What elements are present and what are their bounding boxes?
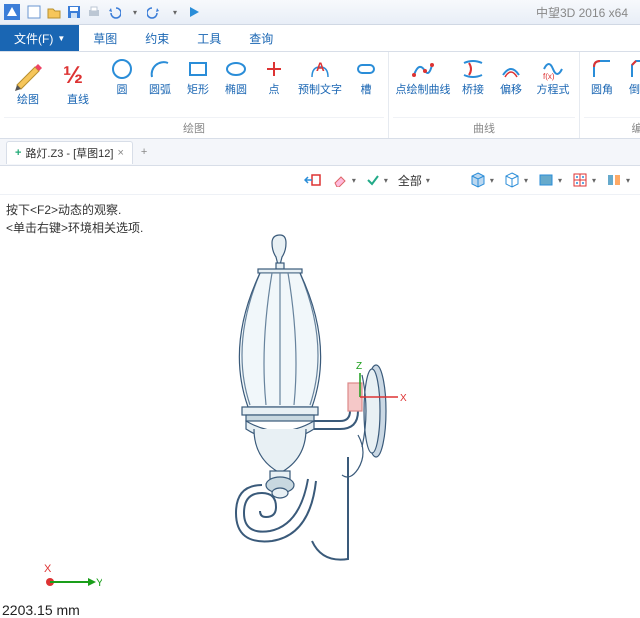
slot-button[interactable]: 槽 xyxy=(348,54,384,108)
redo-dropdown[interactable] xyxy=(166,4,182,20)
line-icon: ½ xyxy=(60,56,96,92)
exit-sketch-icon[interactable] xyxy=(304,173,322,187)
play-icon[interactable] xyxy=(186,4,202,20)
menu-sketch[interactable]: 草图 xyxy=(79,25,131,51)
close-icon[interactable]: × xyxy=(117,147,123,159)
fillet-button[interactable]: 圆角 xyxy=(584,54,620,98)
view-axis: Y X xyxy=(42,562,102,592)
svg-text:X: X xyxy=(44,563,52,575)
undo-icon[interactable] xyxy=(106,4,122,20)
menu-query[interactable]: 查询 xyxy=(235,25,287,51)
ribbon-group-curve: 点绘制曲线 桥接 偏移 f(x) 方程式 曲线 xyxy=(389,52,580,138)
menu-constraint[interactable]: 约束 xyxy=(131,25,183,51)
redo-icon[interactable] xyxy=(146,4,162,20)
bridge-icon xyxy=(460,56,486,82)
grid-icon[interactable] xyxy=(572,172,596,188)
line-button[interactable]: ½ 直线 xyxy=(54,54,102,108)
svg-text:Y: Y xyxy=(96,577,102,589)
app-title: 中望3D 2016 x64 xyxy=(536,4,636,21)
pretext-button[interactable]: A 预制文字 xyxy=(294,54,346,108)
ellipse-icon xyxy=(223,56,249,82)
undo-dropdown[interactable] xyxy=(126,4,142,20)
ribbon-group-draw: 绘图 ½ 直线 圆 圆弧 矩形 椭圆 xyxy=(0,52,389,138)
new-tab-button[interactable]: + xyxy=(135,143,153,161)
print-icon[interactable] xyxy=(86,4,102,20)
chamfer-button[interactable]: 倒角 xyxy=(622,54,640,98)
eraser-icon[interactable] xyxy=(332,173,356,187)
display-mode-icon[interactable] xyxy=(504,172,528,188)
svg-text:A: A xyxy=(316,60,325,74)
cube-view-icon[interactable] xyxy=(470,172,494,188)
file-tab-label: 路灯.Z3 - [草图12] xyxy=(25,145,113,161)
equation-button[interactable]: f(x) 方程式 xyxy=(531,54,575,98)
file-tab-strip: + 路灯.Z3 - [草图12] × + xyxy=(0,139,640,166)
menu-file[interactable]: 文件(F)▼ xyxy=(0,25,79,51)
arc-icon xyxy=(147,56,173,82)
plus-icon: + xyxy=(15,147,21,159)
svg-text:Z: Z xyxy=(356,361,362,372)
quick-access-toolbar xyxy=(26,4,202,20)
text-icon: A xyxy=(307,56,333,82)
circle-button[interactable]: 圆 xyxy=(104,54,140,108)
ellipse-button[interactable]: 椭圆 xyxy=(218,54,254,108)
point-button[interactable]: 点 xyxy=(256,54,292,108)
point-icon xyxy=(261,56,287,82)
circle-icon xyxy=(109,56,135,82)
lamp-drawing: Z X xyxy=(0,195,640,618)
app-logo xyxy=(4,4,20,20)
ribbon: 绘图 ½ 直线 圆 圆弧 矩形 椭圆 xyxy=(0,52,640,139)
fillet-icon xyxy=(589,56,615,82)
file-tab[interactable]: + 路灯.Z3 - [草图12] × xyxy=(6,141,133,164)
config-icon[interactable] xyxy=(606,173,630,187)
bridge-button[interactable]: 桥接 xyxy=(455,54,491,98)
open-icon[interactable] xyxy=(46,4,62,20)
check-icon[interactable] xyxy=(366,173,388,187)
spline-icon xyxy=(410,56,436,82)
svg-text:f(x): f(x) xyxy=(543,72,555,81)
svg-text:X: X xyxy=(400,393,407,404)
arc-button[interactable]: 圆弧 xyxy=(142,54,178,108)
ribbon-group-edit: 圆角 倒角 画线修剪 编辑曲 xyxy=(580,52,640,138)
group-label-edit: 编辑曲 xyxy=(584,117,640,138)
new-icon[interactable] xyxy=(26,4,42,20)
chamfer-icon xyxy=(627,56,640,82)
filter-all[interactable]: 全部 xyxy=(398,172,430,189)
ptcurve-button[interactable]: 点绘制曲线 xyxy=(393,54,453,98)
layer-icon[interactable] xyxy=(538,173,562,187)
save-icon[interactable] xyxy=(66,4,82,20)
status-coord: 2203.15 mm xyxy=(2,602,80,618)
rect-icon xyxy=(185,56,211,82)
drawing-canvas[interactable]: 按下<F2>动态的观察. <单击右键>环境相关选项. xyxy=(0,195,640,618)
group-label-draw: 绘图 xyxy=(4,117,384,138)
title-bar: 中望3D 2016 x64 xyxy=(0,0,640,25)
equation-icon: f(x) xyxy=(540,56,566,82)
view-toolbar: 全部 xyxy=(0,166,640,195)
group-label-curve: 曲线 xyxy=(393,117,575,138)
menu-bar: 文件(F)▼ 草图 约束 工具 查询 xyxy=(0,25,640,52)
slot-icon xyxy=(353,56,379,82)
offset-button[interactable]: 偏移 xyxy=(493,54,529,98)
menu-tools[interactable]: 工具 xyxy=(183,25,235,51)
offset-icon xyxy=(498,56,524,82)
pencil-icon xyxy=(10,56,46,92)
rect-button[interactable]: 矩形 xyxy=(180,54,216,108)
svg-text:½: ½ xyxy=(63,62,83,89)
draw-button[interactable]: 绘图 xyxy=(4,54,52,108)
